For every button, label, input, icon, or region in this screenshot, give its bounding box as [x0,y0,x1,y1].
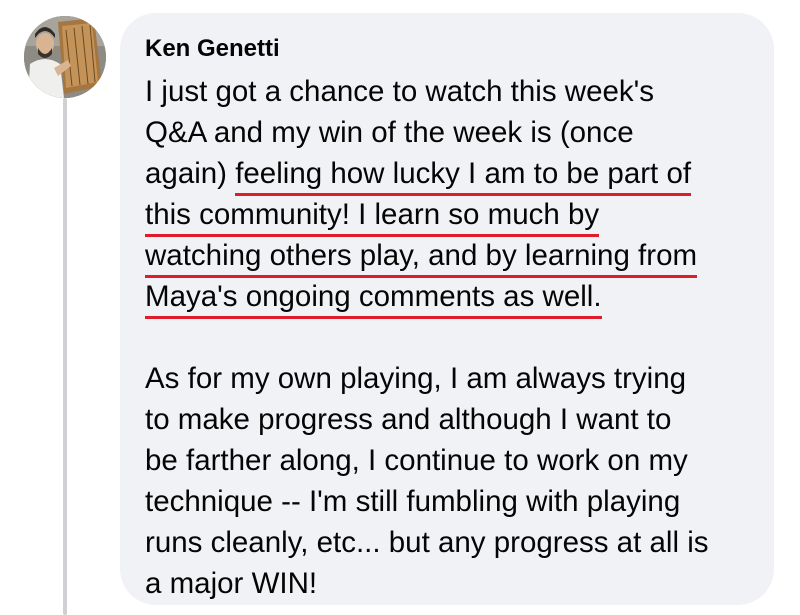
reply-thread-line [63,98,67,615]
comment-author-name[interactable]: Ken Genetti [145,33,754,65]
comment-line: a major WIN! [145,567,318,600]
underlined-text: watching others play, and by learning fr… [145,238,698,278]
comment-line: Q&A and my win of the week is (once [145,116,634,149]
underlined-text: feeling how lucky I am to be part of [235,156,692,196]
comment-body: I just got a chance to watch this week's… [145,71,754,604]
comment-line: runs cleanly, etc... but any progress at… [145,526,709,559]
avatar[interactable] [24,16,106,98]
comment-line: again) feeling how lucky I am to be part… [145,153,754,196]
comment-line: Maya's ongoing comments as well. [145,276,754,319]
underlined-text: this community! I learn so much by [145,197,600,237]
comment-bubble: Ken Genetti I just got a chance to watch… [120,13,774,605]
comment-line: to make progress and although I want to [145,403,672,436]
comment-line: I just got a chance to watch this week's [145,75,655,108]
comment-line: technique -- I'm still fumbling with pla… [145,485,681,518]
comment-line: this community! I learn so much by [145,194,754,237]
comment-text-plain: again) [145,157,236,190]
comment-line: be farther along, I continue to work on … [145,444,688,477]
comment-line: As for my own playing, I am always tryin… [145,362,687,395]
profile-photo-image [24,16,106,98]
comment-line: watching others play, and by learning fr… [145,235,754,278]
underlined-text: Maya's ongoing comments as well. [145,279,602,319]
